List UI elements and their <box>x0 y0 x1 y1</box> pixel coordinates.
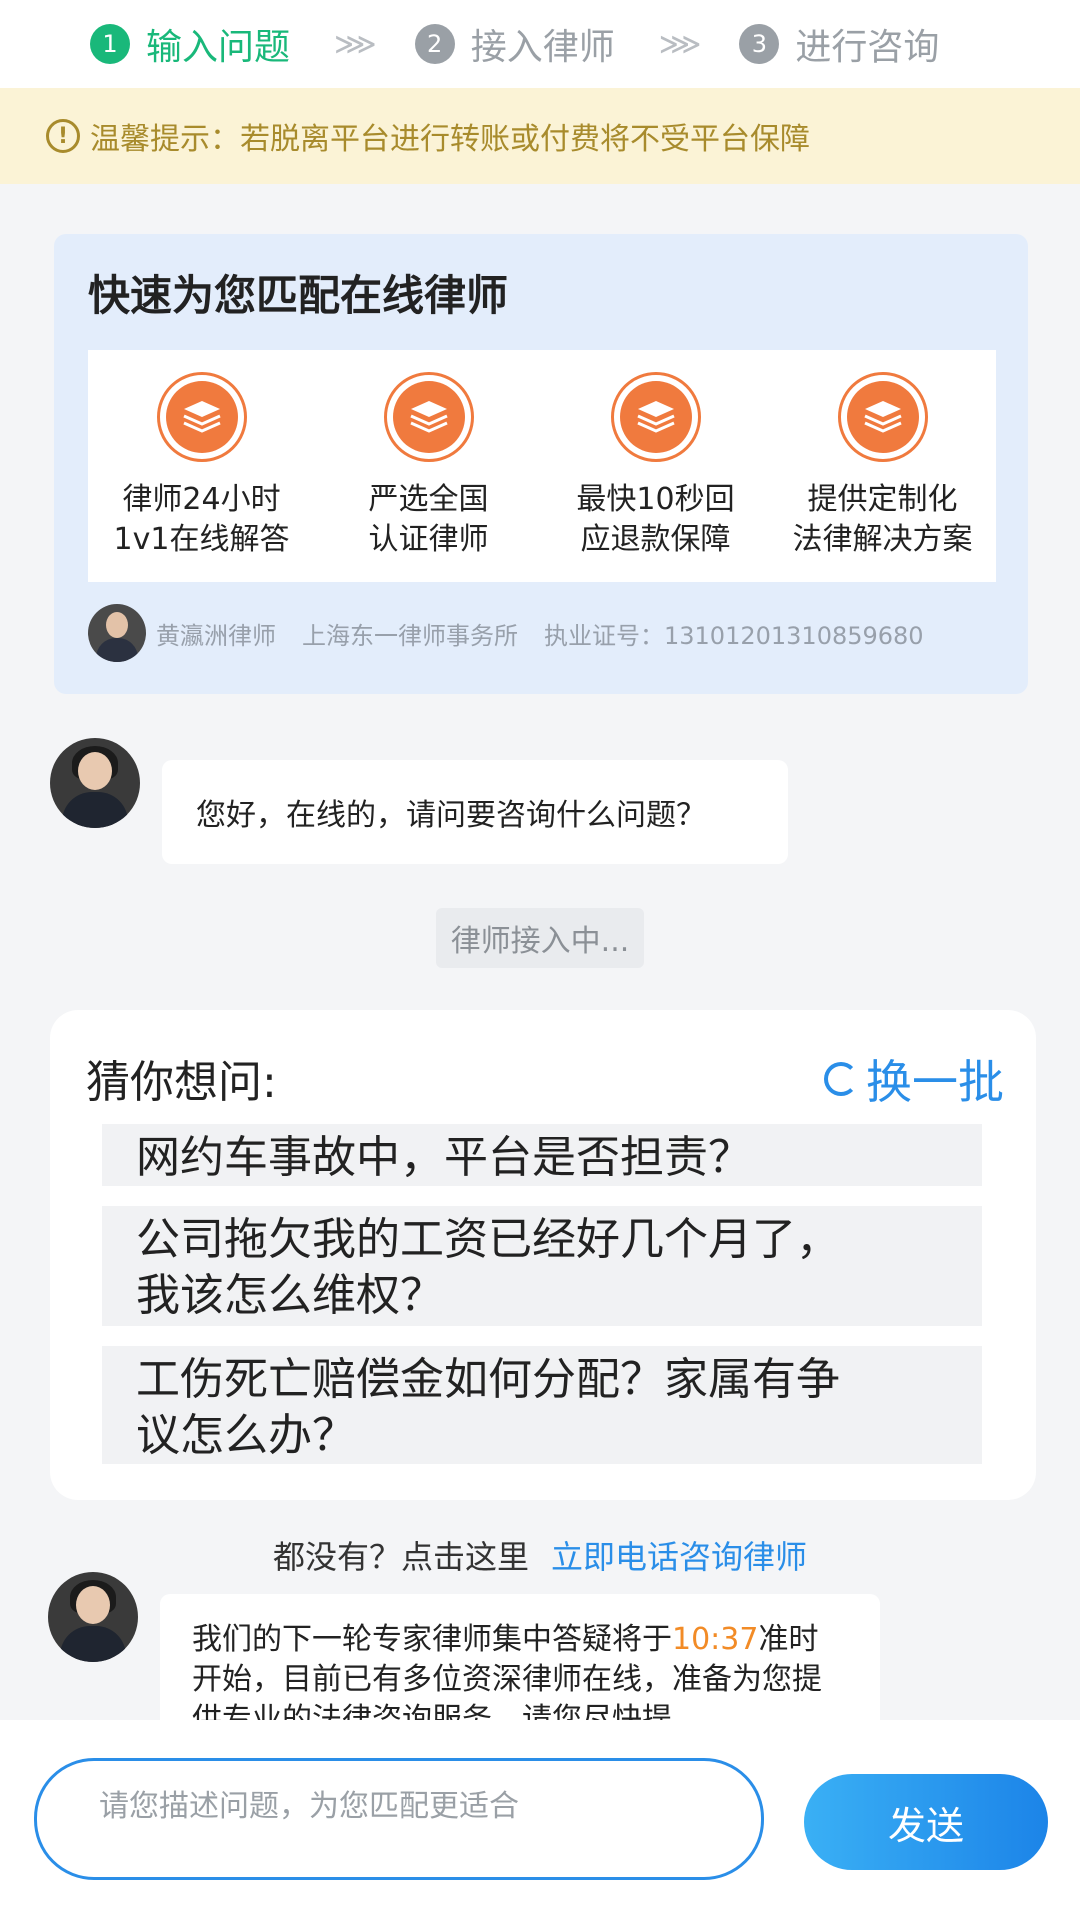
suggested-question[interactable]: 公司拖欠我的工资已经好几个月了， 我该怎么维权？ <box>102 1206 982 1326</box>
feature-text: 律师24小时 1v1在线解答 <box>113 482 290 557</box>
refresh-label: 换一批 <box>866 1055 1004 1109</box>
connecting-status: 律师接入中... <box>436 908 644 968</box>
suggested-questions-card: 猜你想问: 换一批 网约车事故中，平台是否担责？ 公司拖欠我的工资已经好几个月了… <box>50 1010 1036 1500</box>
feature-text: 严选全国 认证律师 <box>368 482 489 557</box>
chevrons-right-icon: ⋙ <box>334 26 377 62</box>
agent-avatar <box>48 1572 138 1662</box>
message-text: 我们的下一轮专家律师集中答疑将于 <box>192 1622 672 1657</box>
warning-notice: ! 温馨提示：若脱离平台进行转账或付费将不受平台保障 <box>0 88 1080 184</box>
suggested-question[interactable]: 工伤死亡赔偿金如何分配？家属有争 议怎么办？ <box>102 1346 982 1464</box>
refresh-button[interactable]: 换一批 <box>824 1046 1004 1112</box>
feature-item: 律师24小时 1v1在线解答 <box>88 350 315 582</box>
match-card: 快速为您匹配在线律师 律师24小时 1v1在线解答 严选全国 认证律师 最快10… <box>54 234 1028 694</box>
step-2: 2 接入律师 <box>414 18 615 70</box>
send-button[interactable]: 发送 <box>804 1774 1048 1870</box>
session-time: 10:37 <box>672 1622 759 1657</box>
layers-icon <box>837 372 928 462</box>
step-1-number: 1 <box>90 24 130 64</box>
step-progress: 1 输入问题 ⋙ 2 接入律师 ⋙ 3 进行咨询 <box>0 0 1080 88</box>
chat-bubble: 我们的下一轮专家律师集中答疑将于10:37准时开始，目前已有多位资深律师在线，准… <box>160 1594 880 1734</box>
suggested-question[interactable]: 网约车事故中，平台是否担责？ <box>102 1124 982 1186</box>
chat-bubble: 您好，在线的，请问要咨询什么问题？ <box>162 760 788 864</box>
fallback-row: 都没有？点击这里 立即电话咨询律师 <box>0 1532 1080 1578</box>
feature-list: 律师24小时 1v1在线解答 严选全国 认证律师 最快10秒回 应退款保障 提供… <box>88 350 996 582</box>
step-3: 3 进行咨询 <box>739 18 939 70</box>
phone-consult-link[interactable]: 立即电话咨询律师 <box>551 1538 807 1576</box>
feature-item: 严选全国 认证律师 <box>315 350 542 582</box>
warning-icon: ! <box>46 119 80 153</box>
notice-text: 温馨提示：若脱离平台进行转账或付费将不受平台保障 <box>90 122 810 157</box>
step-3-number: 3 <box>739 24 780 64</box>
feature-item: 最快10秒回 应退款保障 <box>542 350 769 582</box>
greeting-text: 您好，在线的，请问要咨询什么问题？ <box>196 798 706 833</box>
chevrons-right-icon: ⋙ <box>658 26 702 62</box>
lawyer-avatar <box>88 604 146 662</box>
layers-icon <box>610 372 701 462</box>
license-number: 执业证号：13101201310859680 <box>544 621 924 650</box>
refresh-icon <box>824 1062 858 1096</box>
agent-avatar <box>50 738 140 828</box>
step-3-label: 进行咨询 <box>795 27 940 68</box>
feature-text: 最快10秒回 应退款保障 <box>576 482 735 557</box>
suggested-title: 猜你想问: <box>86 1057 277 1108</box>
feature-text: 提供定制化 法律解决方案 <box>792 482 973 557</box>
layers-icon <box>156 372 247 462</box>
step-2-label: 接入律师 <box>470 27 615 68</box>
lawyer-info: 黄瀛洲律师 上海东一律师事务所 执业证号：13101201310859680 <box>88 604 950 662</box>
question-input[interactable]: 请您描述问题，为您匹配更适合 <box>34 1758 764 1880</box>
feature-item: 提供定制化 法律解决方案 <box>769 350 996 582</box>
step-2-number: 2 <box>414 24 455 64</box>
fallback-text: 都没有？点击这里 <box>272 1538 529 1576</box>
lawyer-name: 黄瀛洲律师 <box>156 621 276 650</box>
match-title: 快速为您匹配在线律师 <box>88 271 509 320</box>
law-firm: 上海东一律师事务所 <box>302 621 518 650</box>
layers-icon <box>383 372 474 462</box>
input-bar: 请您描述问题，为您匹配更适合 发送 <box>0 1720 1080 1920</box>
step-1: 1 输入问题 <box>90 18 290 70</box>
step-1-label: 输入问题 <box>146 27 291 68</box>
